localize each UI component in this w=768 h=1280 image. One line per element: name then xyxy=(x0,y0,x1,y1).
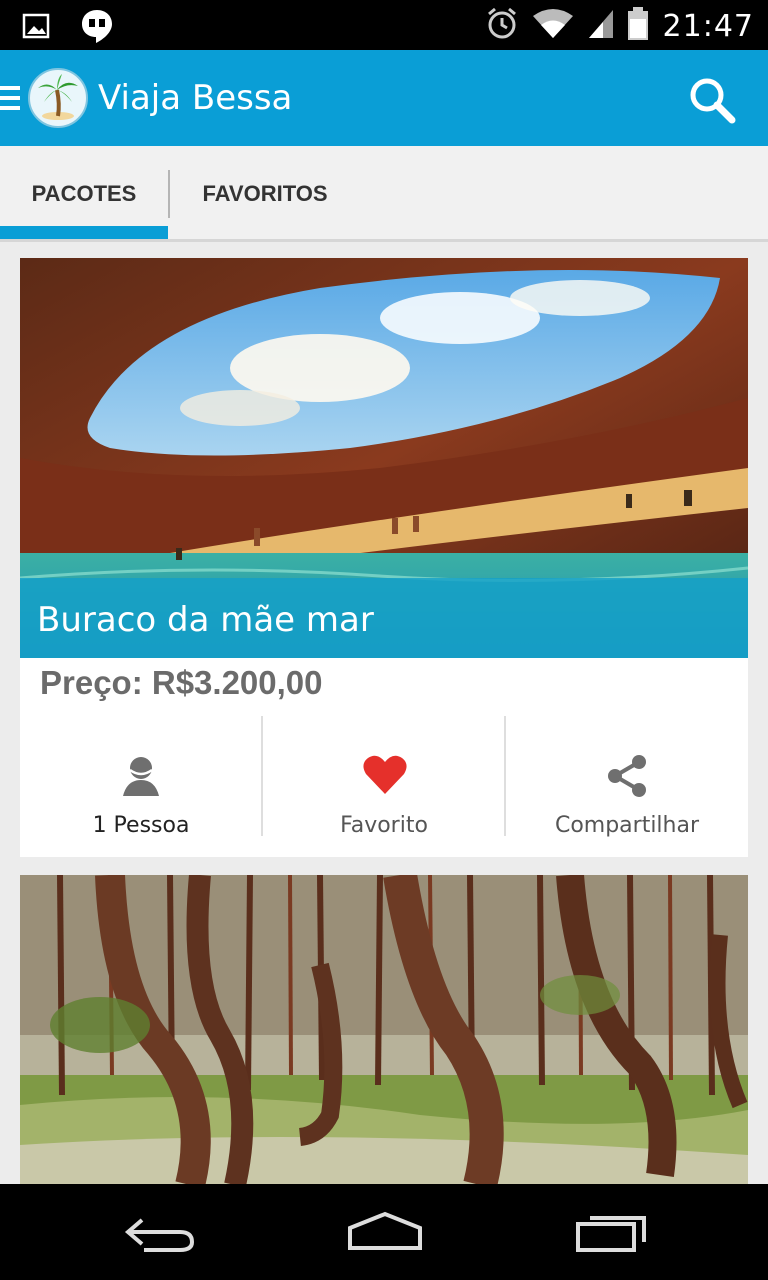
caption-band: Buraco da mãe mar xyxy=(20,578,748,658)
share-icon xyxy=(605,754,649,798)
back-icon[interactable] xyxy=(114,1208,204,1258)
navigation-bar xyxy=(0,1184,768,1280)
person-icon xyxy=(119,754,163,798)
tab-selected-indicator xyxy=(0,226,168,239)
alarm-icon xyxy=(485,6,519,47)
heart-icon xyxy=(362,754,407,798)
share-button[interactable]: Compartilhar xyxy=(506,716,748,838)
crooked-forest-image[interactable] xyxy=(20,875,748,1185)
home-icon[interactable] xyxy=(340,1208,430,1258)
app-title: Viaja Bessa xyxy=(98,78,293,118)
palm-tree-logo-icon[interactable] xyxy=(28,68,88,128)
hangouts-icon xyxy=(80,8,114,49)
status-bar: 21:47 xyxy=(0,0,768,50)
tab-bar: PACOTES FAVORITOS xyxy=(0,146,768,242)
battery-icon xyxy=(627,7,649,46)
signal-icon xyxy=(587,8,613,45)
people-count-label: 1 Pessoa xyxy=(92,813,190,838)
favorite-button[interactable]: Favorito xyxy=(263,716,505,838)
package-image[interactable]: Buraco da mãe mar xyxy=(20,258,748,658)
image-icon xyxy=(22,12,50,45)
package-price: Preço: R$3.200,00 xyxy=(40,664,323,701)
package-card[interactable] xyxy=(20,875,748,1185)
status-time: 21:47 xyxy=(662,9,754,44)
card-actions: 1 Pessoa Favorito Compartilhar xyxy=(20,716,748,838)
share-label: Compartilhar xyxy=(554,813,700,838)
tab-favoritos[interactable]: FAVORITOS xyxy=(170,146,360,242)
search-icon[interactable] xyxy=(688,76,738,126)
favorite-label: Favorito xyxy=(340,813,428,838)
recent-apps-icon[interactable] xyxy=(568,1208,658,1258)
wifi-icon xyxy=(532,8,573,45)
package-title: Buraco da mãe mar xyxy=(37,600,374,640)
package-card[interactable]: Buraco da mãe mar Preço: R$3.200,00 1 Pe… xyxy=(20,258,748,857)
action-bar: Viaja Bessa xyxy=(0,50,768,146)
people-count-button[interactable]: 1 Pessoa xyxy=(20,716,262,838)
menu-icon[interactable] xyxy=(0,86,20,112)
